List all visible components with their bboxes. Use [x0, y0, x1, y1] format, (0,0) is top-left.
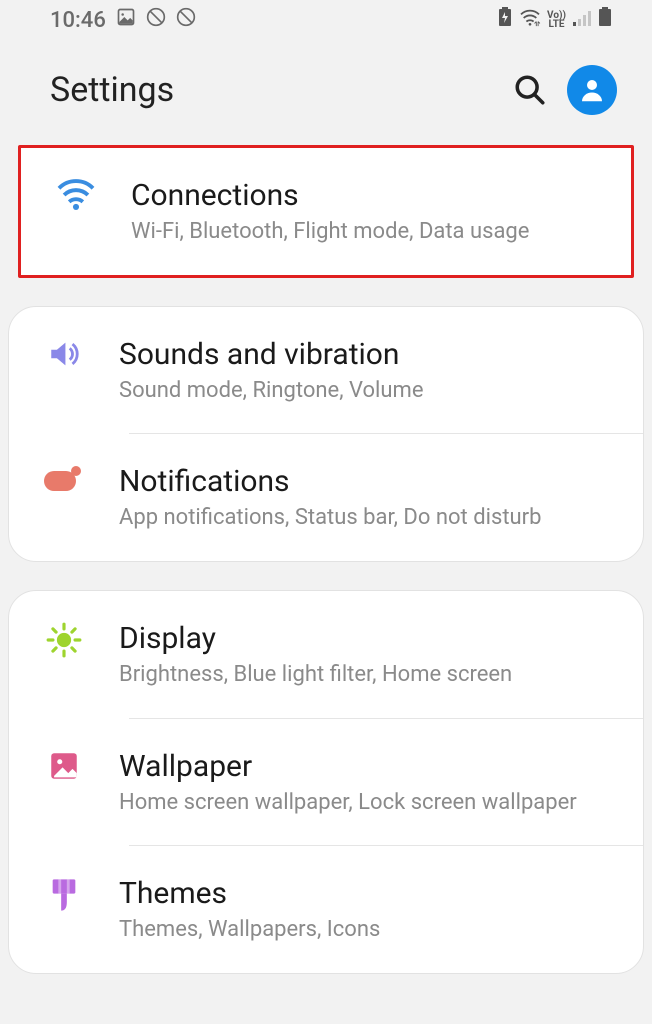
item-title: Display [119, 621, 613, 656]
settings-header: Settings [0, 40, 652, 145]
item-subtitle: Brightness, Blue light filter, Home scre… [119, 660, 613, 690]
notification-icon [39, 464, 89, 492]
page-title: Settings [50, 70, 174, 110]
signal-icon [572, 8, 592, 33]
brush-icon [39, 876, 89, 914]
search-button[interactable] [513, 73, 547, 107]
wifi-icon [51, 178, 101, 212]
battery-icon [598, 7, 612, 33]
battery-saver-icon [497, 7, 513, 33]
settings-item-themes[interactable]: Themes Themes, Wallpapers, Icons [9, 846, 643, 973]
dnd-icon [146, 7, 166, 33]
settings-card-connections: Connections Wi-Fi, Bluetooth, Flight mod… [18, 145, 634, 278]
sun-icon [39, 621, 89, 659]
wifi-icon [519, 8, 541, 33]
dnd-icon [176, 7, 196, 33]
status-time: 10:46 [50, 8, 106, 33]
item-title: Themes [119, 876, 613, 911]
item-subtitle: Wi-Fi, Bluetooth, Flight mode, Data usag… [131, 217, 601, 247]
image-icon [116, 7, 136, 33]
settings-item-sounds[interactable]: Sounds and vibration Sound mode, Rington… [9, 307, 643, 434]
item-subtitle: Sound mode, Ringtone, Volume [119, 376, 613, 406]
item-title: Connections [131, 178, 601, 213]
settings-item-connections[interactable]: Connections Wi-Fi, Bluetooth, Flight mod… [21, 148, 631, 275]
settings-item-display[interactable]: Display Brightness, Blue light filter, H… [9, 591, 643, 718]
item-title: Sounds and vibration [119, 337, 613, 372]
item-subtitle: Themes, Wallpapers, Icons [119, 915, 613, 945]
item-subtitle: Home screen wallpaper, Lock screen wallp… [119, 788, 613, 818]
speaker-icon [39, 337, 89, 371]
image-icon [39, 749, 89, 783]
settings-card: Display Brightness, Blue light filter, H… [8, 590, 644, 974]
volte-icon: Vo))LTE [547, 11, 566, 29]
item-title: Wallpaper [119, 749, 613, 784]
item-title: Notifications [119, 464, 613, 499]
item-subtitle: App notifications, Status bar, Do not di… [119, 503, 613, 533]
settings-item-wallpaper[interactable]: Wallpaper Home screen wallpaper, Lock sc… [9, 719, 643, 846]
settings-card: Sounds and vibration Sound mode, Rington… [8, 306, 644, 562]
profile-button[interactable] [567, 65, 617, 115]
status-bar: 10:46 Vo))LTE [0, 0, 652, 40]
settings-item-notifications[interactable]: Notifications App notifications, Status … [9, 434, 643, 561]
